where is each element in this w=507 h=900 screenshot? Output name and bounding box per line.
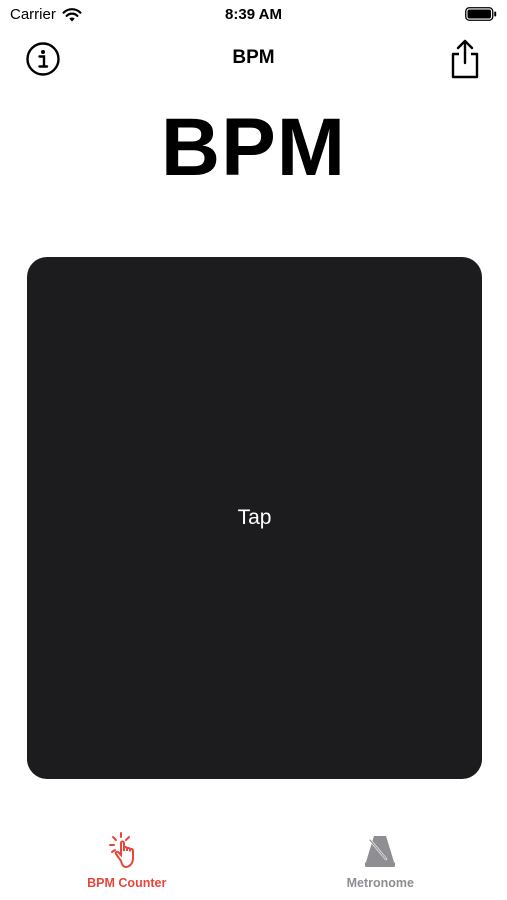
navigation-bar: BPM (0, 34, 507, 84)
tap-label: Tap (237, 506, 272, 529)
metronome-icon (365, 836, 396, 867)
nav-title: BPM (232, 47, 275, 68)
tab-metronome[interactable]: Metronome (254, 830, 507, 900)
tab-bpm-counter[interactable]: BPM Counter (0, 830, 254, 900)
tap-pad[interactable]: Tap (27, 257, 482, 779)
bpm-value: BPM (160, 102, 347, 193)
status-bar: Carrier 8:39 AM (0, 0, 507, 30)
share-icon (451, 39, 479, 79)
share-button[interactable] (447, 37, 483, 81)
status-time: 8:39 AM (225, 6, 282, 23)
tab-label: Metronome (346, 876, 414, 890)
tap-hand-icon (108, 832, 134, 869)
battery-icon (465, 7, 497, 21)
tab-bar: BPM Counter Metronome (0, 830, 507, 900)
tab-label: BPM Counter (87, 876, 167, 890)
